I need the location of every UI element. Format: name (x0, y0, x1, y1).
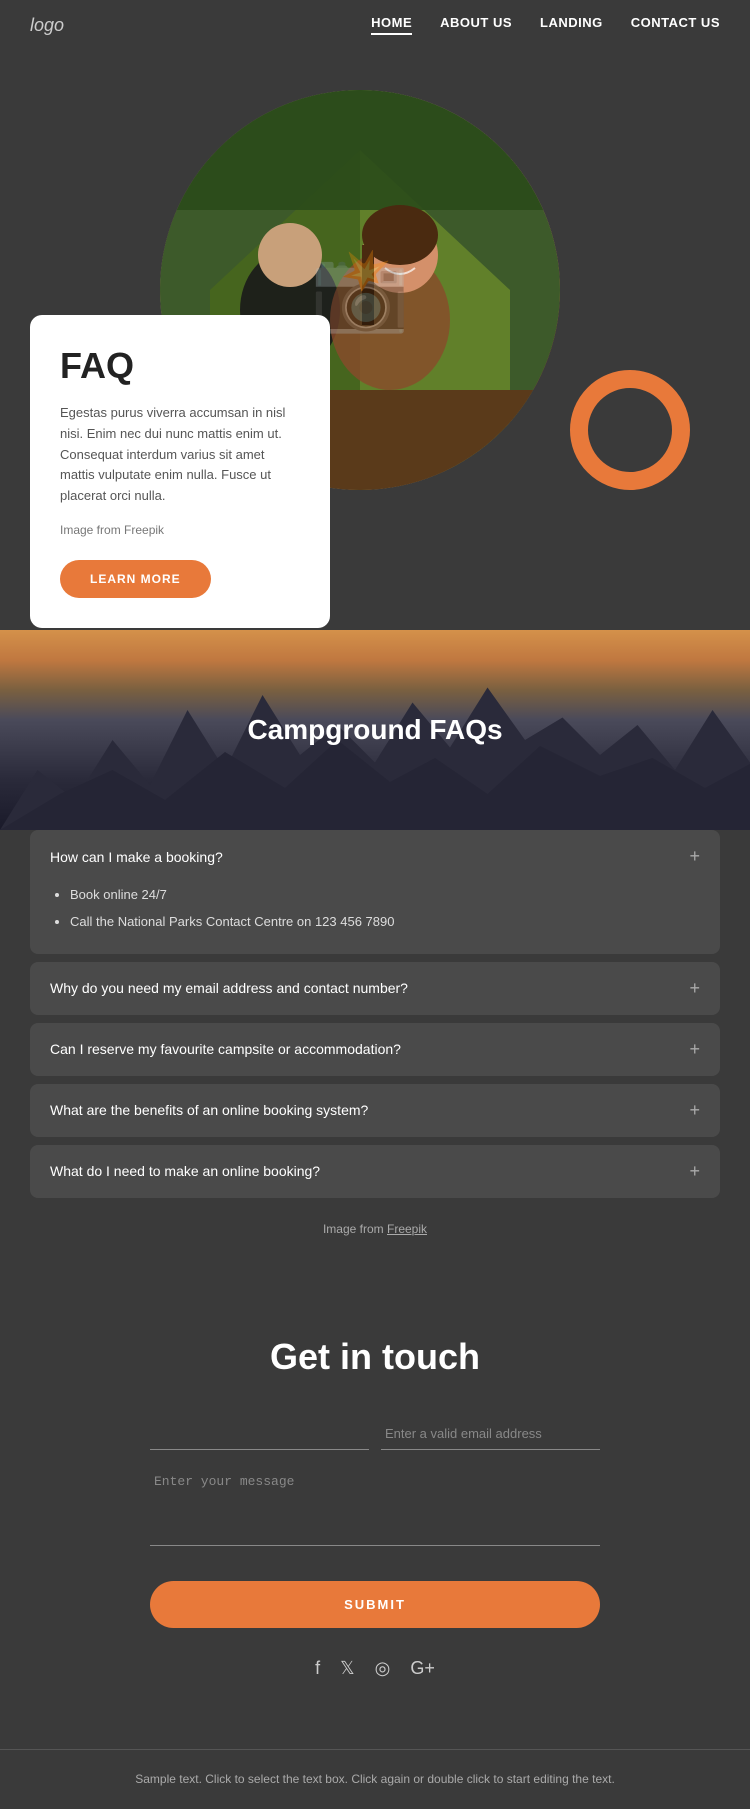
faq-answer-bullet-1: Book online 24/7 (70, 883, 700, 906)
faq-question-5: What do I need to make an online booking… (50, 1163, 320, 1179)
faq-item-2: Why do you need my email address and con… (30, 962, 720, 1015)
faq-item-1-header[interactable]: How can I make a booking? + (30, 830, 720, 883)
hero-section: FAQ Egestas purus viverra accumsan in ni… (0, 50, 750, 630)
learn-more-button[interactable]: LEARN MORE (60, 560, 211, 598)
faq-section-title: Campground FAQs (247, 714, 502, 746)
footer-text: Sample text. Click to select the text bo… (20, 1770, 730, 1789)
faq-item-3: Can I reserve my favourite campsite or a… (30, 1023, 720, 1076)
email-input[interactable] (381, 1418, 600, 1450)
twitter-icon[interactable]: 𝕏 (340, 1658, 355, 1679)
image-credit: Image from Freepik (60, 521, 300, 540)
faq-question-1: How can I make a booking? (50, 849, 223, 865)
faq-question-4: What are the benefits of an online booki… (50, 1102, 368, 1118)
faq-card: FAQ Egestas purus viverra accumsan in ni… (30, 315, 330, 628)
faq-item-1: How can I make a booking? + Book online … (30, 830, 720, 954)
social-icons: f 𝕏 ◎ G+ (30, 1658, 720, 1679)
faq-expand-icon-4: + (689, 1100, 700, 1121)
freepik-link[interactable]: Freepik (387, 1222, 427, 1236)
instagram-icon[interactable]: ◎ (375, 1658, 391, 1679)
contact-form: SUBMIT (150, 1418, 600, 1658)
faq-item-5: What do I need to make an online booking… (30, 1145, 720, 1198)
message-textarea[interactable] (150, 1466, 600, 1546)
faq-item-2-header[interactable]: Why do you need my email address and con… (30, 962, 720, 1015)
faq-item-3-header[interactable]: Can I reserve my favourite campsite or a… (30, 1023, 720, 1076)
contact-section: Get in touch SUBMIT f 𝕏 ◎ G+ (0, 1286, 750, 1749)
name-input[interactable] (150, 1418, 369, 1450)
facebook-icon[interactable]: f (315, 1658, 320, 1679)
faq-answer-bullet-2: Call the National Parks Contact Centre o… (70, 910, 700, 933)
faq-accordion: How can I make a booking? + Book online … (0, 830, 750, 1286)
faq-expand-icon-5: + (689, 1161, 700, 1182)
mountain-background: Campground FAQs (0, 630, 750, 830)
contact-title: Get in touch (30, 1336, 720, 1378)
faq-card-title: FAQ (60, 345, 300, 387)
faq-expand-icon-3: + (689, 1039, 700, 1060)
form-row-name-email (150, 1418, 600, 1450)
faq-item-4: What are the benefits of an online booki… (30, 1084, 720, 1137)
faq-item-5-header[interactable]: What do I need to make an online booking… (30, 1145, 720, 1198)
faq-expand-icon-1: + (689, 846, 700, 867)
faq-question-3: Can I reserve my favourite campsite or a… (50, 1041, 401, 1057)
nav-contact[interactable]: CONTACT US (631, 15, 720, 35)
logo: logo (30, 15, 64, 36)
nav-landing[interactable]: LANDING (540, 15, 603, 35)
faq-expand-icon-2: + (689, 978, 700, 999)
nav-about[interactable]: ABOUT US (440, 15, 512, 35)
orange-ring-decoration (570, 370, 690, 490)
submit-button[interactable]: SUBMIT (150, 1581, 600, 1628)
footer: Sample text. Click to select the text bo… (0, 1749, 750, 1809)
faq-image-credit: Image from Freepik (30, 1206, 720, 1266)
faq-item-1-body: Book online 24/7 Call the National Parks… (30, 883, 720, 954)
faq-question-2: Why do you need my email address and con… (50, 980, 408, 996)
navigation: logo HOME ABOUT US LANDING CONTACT US (0, 0, 750, 50)
nav-links: HOME ABOUT US LANDING CONTACT US (371, 15, 720, 35)
nav-home[interactable]: HOME (371, 15, 412, 35)
googleplus-icon[interactable]: G+ (410, 1658, 435, 1679)
faq-item-4-header[interactable]: What are the benefits of an online booki… (30, 1084, 720, 1137)
faq-mountain-section: Campground FAQs How can I make a booking… (0, 630, 750, 1286)
faq-card-description: Egestas purus viverra accumsan in nisl n… (60, 403, 300, 507)
